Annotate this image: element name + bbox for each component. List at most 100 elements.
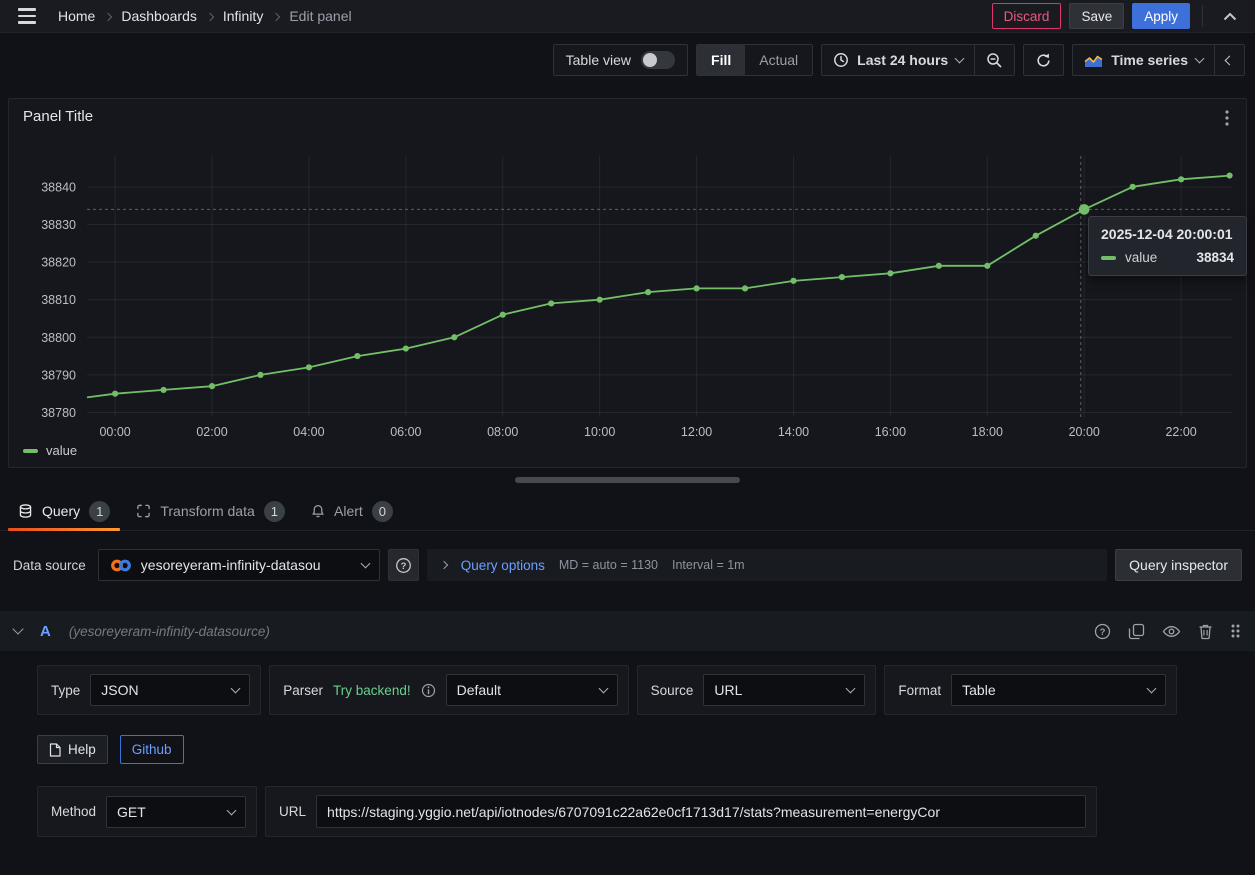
zoom-out-icon — [986, 52, 1003, 69]
datasource-row: Data source yesoreyeram-infinity-datasou… — [13, 549, 1242, 581]
query-help-icon[interactable]: ? — [1094, 623, 1111, 640]
time-range-picker[interactable]: Last 24 hours — [822, 45, 974, 75]
zoom-out-button[interactable] — [975, 45, 1014, 75]
svg-text:38820: 38820 — [41, 256, 76, 270]
datasource-value: yesoreyeram-infinity-datasou — [141, 557, 354, 573]
svg-text:16:00: 16:00 — [875, 425, 906, 439]
method-select[interactable]: GET — [106, 796, 246, 828]
time-range-label: Last 24 hours — [857, 52, 948, 68]
query-options-bar[interactable]: Query options MD = auto = 1130 Interval … — [427, 549, 1107, 581]
source-field-group: Source URL — [637, 665, 877, 715]
svg-text:?: ? — [400, 561, 406, 572]
hide-query-eye-icon[interactable] — [1162, 624, 1181, 639]
url-input[interactable]: https://staging.yggio.net/api/iotnodes/6… — [316, 795, 1086, 828]
tooltip-series-value: 38834 — [1196, 250, 1234, 265]
panel-menu-icon[interactable] — [1216, 107, 1238, 129]
query-inspector-button[interactable]: Query inspector — [1115, 549, 1242, 581]
breadcrumb-infinity[interactable]: Infinity — [223, 8, 263, 24]
svg-text:?: ? — [1100, 627, 1106, 638]
viz-picker[interactable]: Time series — [1073, 45, 1214, 75]
fill-segment[interactable]: Fill — [697, 45, 745, 75]
info-circle-icon — [421, 683, 436, 698]
breadcrumb: Home Dashboards Infinity Edit panel — [58, 8, 352, 24]
collapse-query-icon[interactable] — [12, 623, 23, 634]
tab-label: Alert — [334, 503, 363, 519]
time-series-chart-icon — [1084, 53, 1103, 68]
datasource-select[interactable]: yesoreyeram-infinity-datasou — [98, 549, 380, 581]
query-editor-section: A (yesoreyeram-infinity-datasource) ? Ty… — [0, 611, 1255, 837]
svg-text:38830: 38830 — [41, 218, 76, 232]
parser-select[interactable]: Default — [446, 674, 618, 706]
tab-alert[interactable]: Alert 0 — [301, 492, 403, 530]
drag-handle-icon[interactable] — [1230, 623, 1241, 639]
apply-button[interactable]: Apply — [1132, 3, 1190, 29]
tab-query[interactable]: Query 1 — [8, 492, 120, 530]
format-value: Table — [962, 682, 1140, 698]
query-ref-id[interactable]: A — [40, 623, 51, 640]
discard-button[interactable]: Discard — [992, 3, 1062, 29]
svg-text:08:00: 08:00 — [487, 425, 518, 439]
method-label: Method — [48, 804, 96, 819]
tab-label: Query — [42, 503, 80, 519]
chevron-down-icon — [231, 684, 241, 694]
save-button[interactable]: Save — [1069, 3, 1124, 29]
help-button[interactable]: Help — [37, 735, 108, 764]
format-label: Format — [895, 683, 941, 698]
url-field-group: URL https://staging.yggio.net/api/iotnod… — [265, 786, 1097, 837]
max-data-points-text: MD = auto = 1130 — [559, 558, 658, 572]
svg-text:38790: 38790 — [41, 368, 76, 382]
chart-tooltip: 2025-12-04 20:00:01 value 38834 — [1088, 216, 1247, 276]
tab-count-badge: 1 — [89, 501, 110, 522]
refresh-button[interactable] — [1024, 45, 1063, 75]
chevron-left-icon — [1225, 55, 1235, 65]
tab-count-badge: 1 — [264, 501, 285, 522]
format-select[interactable]: Table — [951, 674, 1166, 706]
format-field-group: Format Table — [884, 665, 1177, 715]
svg-text:00:00: 00:00 — [99, 425, 130, 439]
menu-icon[interactable] — [10, 3, 44, 29]
delete-query-trash-icon[interactable] — [1198, 623, 1213, 640]
edit-panel-toolbar: Table view Fill Actual Last 24 hours — [0, 33, 1255, 87]
viz-picker-label: Time series — [1111, 52, 1188, 68]
chevron-up-icon[interactable] — [1215, 3, 1245, 29]
breadcrumb-home[interactable]: Home — [58, 8, 95, 24]
svg-text:04:00: 04:00 — [293, 425, 324, 439]
source-label: Source — [648, 683, 694, 698]
parser-value: Default — [457, 682, 592, 698]
tooltip-timestamp: 2025-12-04 20:00:01 — [1101, 226, 1234, 242]
help-links-row: Help Github — [37, 735, 1242, 764]
refresh-group — [1023, 44, 1064, 76]
source-select[interactable]: URL — [703, 674, 865, 706]
query-fields-row: Type JSON Parser Try backend! Default So… — [37, 665, 1242, 715]
svg-text:38800: 38800 — [41, 331, 76, 345]
breadcrumb-dashboards[interactable]: Dashboards — [121, 8, 197, 24]
url-value: https://staging.yggio.net/api/iotnodes/6… — [327, 804, 940, 820]
time-series-chart[interactable]: 00:0002:0004:0006:0008:0010:0012:0014:00… — [9, 150, 1248, 450]
query-editor-body: Type JSON Parser Try backend! Default So… — [0, 651, 1255, 837]
type-select[interactable]: JSON — [90, 674, 250, 706]
datasource-help-button[interactable]: ? — [388, 549, 419, 581]
panel-title[interactable]: Panel Title — [23, 108, 93, 125]
duplicate-query-icon[interactable] — [1128, 623, 1145, 640]
svg-text:20:00: 20:00 — [1069, 425, 1100, 439]
svg-text:12:00: 12:00 — [681, 425, 712, 439]
legend-item-value[interactable]: value — [23, 443, 77, 458]
help-button-label: Help — [68, 742, 96, 757]
method-value: GET — [117, 804, 220, 820]
parser-label: Parser — [280, 683, 323, 698]
tab-transform-data[interactable]: Transform data 1 — [126, 492, 295, 530]
chevron-down-icon — [598, 684, 608, 694]
table-view-toggle[interactable] — [641, 51, 675, 69]
document-icon — [49, 743, 61, 757]
url-label: URL — [276, 804, 306, 819]
series-color-dash — [1101, 256, 1116, 260]
github-button[interactable]: Github — [120, 735, 184, 764]
viz-picker-group: Time series — [1072, 44, 1245, 76]
horizontal-scrollbar[interactable] — [515, 477, 740, 483]
svg-text:06:00: 06:00 — [390, 425, 421, 439]
query-row-header[interactable]: A (yesoreyeram-infinity-datasource) ? — [0, 611, 1255, 651]
collapse-options-pane-button[interactable] — [1215, 45, 1244, 75]
actual-segment[interactable]: Actual — [745, 45, 812, 75]
chevron-right-icon — [206, 12, 214, 20]
query-actions: ? — [1094, 623, 1241, 640]
